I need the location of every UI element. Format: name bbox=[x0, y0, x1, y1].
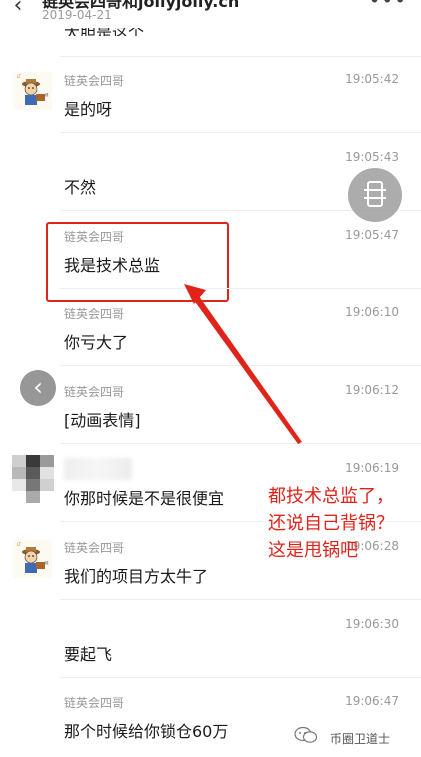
annotation-text: 都技术总监了， 还说自己背锅？ 这是甩锅吧 bbox=[268, 483, 394, 564]
back-button[interactable]: ‹ bbox=[6, 0, 30, 18]
red-arrow-icon bbox=[184, 284, 302, 444]
annotation-line: 这是甩锅吧 bbox=[268, 540, 358, 561]
annotation-line: 还说自己背锅？ bbox=[268, 513, 394, 534]
wechat-icon bbox=[294, 726, 318, 743]
more-dots-icon: ••• bbox=[368, 0, 407, 12]
more-button[interactable]: ••• bbox=[369, 0, 407, 12]
chat-header: ‹ 链英会四哥和jollyjolly.cn 2019-04-21 ••• bbox=[0, 0, 421, 28]
chat-date: 2019-04-21 bbox=[42, 8, 112, 22]
annotation-line: 都技术总监了， bbox=[268, 486, 394, 507]
chevron-left-icon: ‹ bbox=[13, 0, 23, 18]
watermark-text: 币圈卫道士 bbox=[330, 732, 391, 746]
